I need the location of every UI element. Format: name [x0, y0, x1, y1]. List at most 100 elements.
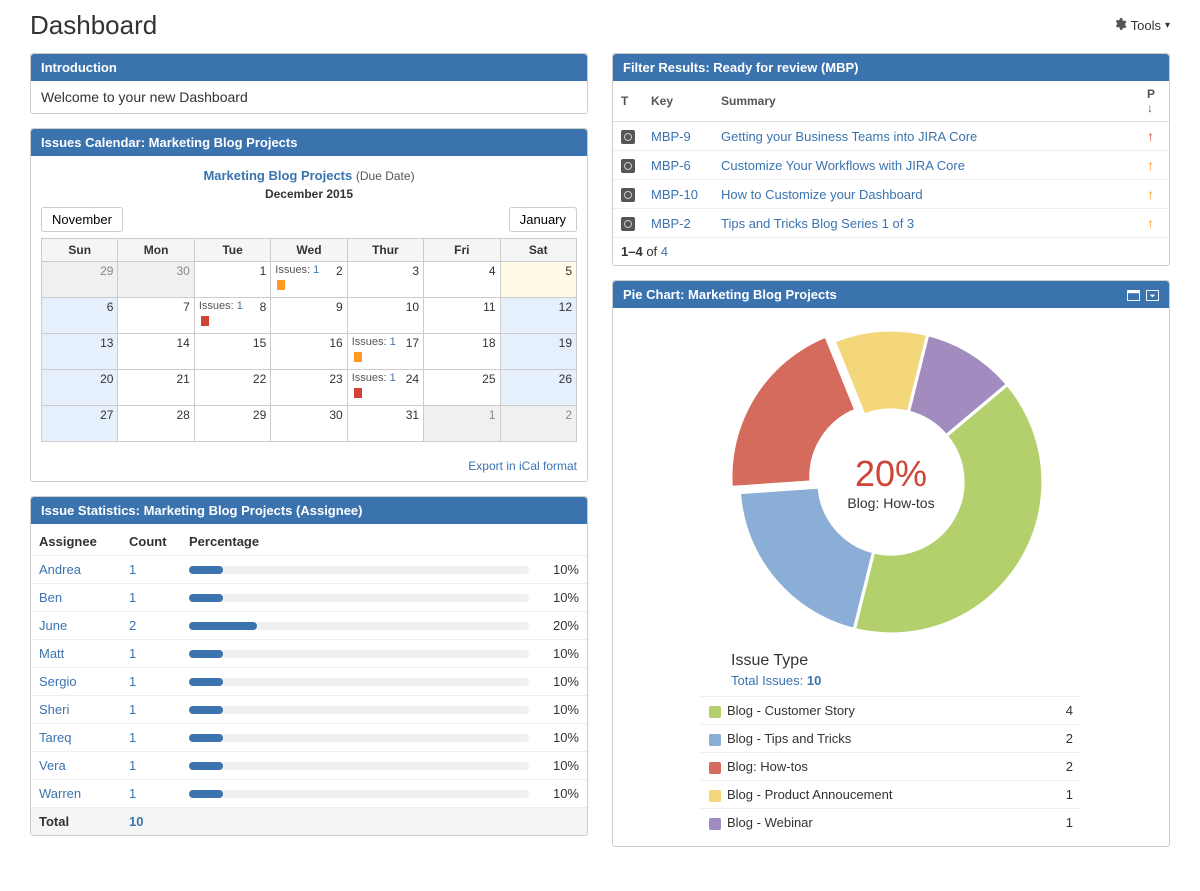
pie-total-link[interactable]: Total Issues: 10	[731, 673, 821, 688]
calendar-cell[interactable]: 6	[42, 298, 118, 334]
legend-row[interactable]: Blog - Product Annoucement1	[701, 781, 1081, 809]
calendar-cell[interactable]: 25	[424, 370, 500, 406]
filter-key-link[interactable]: MBP-9	[651, 129, 691, 144]
calendar-cell[interactable]: 15	[194, 334, 270, 370]
stats-count-link[interactable]: 1	[129, 702, 136, 717]
stats-assignee-link[interactable]: Andrea	[39, 562, 81, 577]
gadget-header-pie: Pie Chart: Marketing Blog Projects	[613, 281, 1169, 308]
calendar-cell[interactable]: 14	[118, 334, 194, 370]
calendar-cell[interactable]: 21	[118, 370, 194, 406]
stats-row: June220%	[31, 612, 587, 640]
sort-down-icon: ↓	[1147, 101, 1153, 115]
filter-summary-link[interactable]: How to Customize your Dashboard	[721, 187, 923, 202]
calendar-cell[interactable]: 23	[271, 370, 347, 406]
gadget-header-stats: Issue Statistics: Marketing Blog Project…	[31, 497, 587, 524]
stats-assignee-link[interactable]: Sheri	[39, 702, 69, 717]
calendar-cell[interactable]: 2	[500, 406, 576, 442]
calendar-cell[interactable]: 30	[118, 262, 194, 298]
filter-total-link[interactable]: 4	[661, 244, 668, 259]
filter-col-priority[interactable]: P ↓	[1139, 81, 1169, 122]
filter-summary-link[interactable]: Getting your Business Teams into JIRA Co…	[721, 129, 977, 144]
stats-assignee-link[interactable]: June	[39, 618, 67, 633]
stats-count-link[interactable]: 1	[129, 674, 136, 689]
calendar-cell[interactable]: 12	[500, 298, 576, 334]
stats-count-link[interactable]: 1	[129, 786, 136, 801]
calendar-issue-count-link[interactable]: 1	[313, 264, 319, 276]
calendar-export-link[interactable]: Export in iCal format	[468, 459, 577, 473]
calendar-cell[interactable]: 2Issues: 1	[271, 262, 347, 298]
filter-summary-link[interactable]: Tips and Tricks Blog Series 1 of 3	[721, 216, 914, 231]
calendar-issue-count-link[interactable]: 1	[237, 300, 243, 312]
calendar-cell[interactable]: 31	[347, 406, 423, 442]
maximize-icon[interactable]	[1127, 289, 1140, 300]
dropdown-icon[interactable]	[1146, 289, 1159, 300]
calendar-day-number: 25	[482, 372, 495, 386]
filter-key-link[interactable]: MBP-6	[651, 158, 691, 173]
priority-arrow-icon: ↑	[1147, 215, 1154, 231]
calendar-cell[interactable]: 8Issues: 1	[194, 298, 270, 334]
stats-count-link[interactable]: 1	[129, 590, 136, 605]
calendar-cell[interactable]: 4	[424, 262, 500, 298]
stats-total-count-link[interactable]: 10	[129, 814, 143, 829]
calendar-cell[interactable]: 18	[424, 334, 500, 370]
calendar-cell[interactable]: 22	[194, 370, 270, 406]
filter-summary-link[interactable]: Customize Your Workflows with JIRA Core	[721, 158, 965, 173]
stats-assignee-link[interactable]: Ben	[39, 590, 62, 605]
calendar-cell[interactable]: 17Issues: 1	[347, 334, 423, 370]
calendar-cell[interactable]: 20	[42, 370, 118, 406]
stats-count-link[interactable]: 1	[129, 758, 136, 773]
tools-menu[interactable]: Tools ▾	[1113, 17, 1170, 34]
stats-count-link[interactable]: 1	[129, 646, 136, 661]
calendar-cell[interactable]: 1	[424, 406, 500, 442]
calendar-issue-marker[interactable]	[354, 352, 362, 362]
legend-row[interactable]: Blog - Customer Story4	[701, 697, 1081, 725]
legend-row[interactable]: Blog - Tips and Tricks2	[701, 725, 1081, 753]
calendar-issue-count-link[interactable]: 1	[390, 336, 396, 348]
calendar-cell[interactable]: 3	[347, 262, 423, 298]
calendar-issue-marker[interactable]	[277, 280, 285, 290]
stats-row: Matt110%	[31, 640, 587, 668]
calendar-cell[interactable]: 10	[347, 298, 423, 334]
issue-type-icon	[621, 159, 635, 173]
stats-count-link[interactable]: 1	[129, 730, 136, 745]
stats-assignee-link[interactable]: Sergio	[39, 674, 77, 689]
calendar-next-button[interactable]: January	[509, 207, 577, 232]
calendar-cell[interactable]: 13	[42, 334, 118, 370]
calendar-cell[interactable]: 24Issues: 1	[347, 370, 423, 406]
filter-key-link[interactable]: MBP-2	[651, 216, 691, 231]
calendar-cell[interactable]: 29	[42, 262, 118, 298]
stats-count-link[interactable]: 1	[129, 562, 136, 577]
calendar-cell[interactable]: 16	[271, 334, 347, 370]
calendar-cell[interactable]: 19	[500, 334, 576, 370]
calendar-issue-marker[interactable]	[201, 316, 209, 326]
stats-count-link[interactable]: 2	[129, 618, 136, 633]
calendar-project-link[interactable]: Marketing Blog Projects	[203, 168, 352, 183]
stats-bar	[189, 762, 529, 770]
calendar-prev-button[interactable]: November	[41, 207, 123, 232]
filter-key-link[interactable]: MBP-10	[651, 187, 698, 202]
calendar-cell[interactable]: 5	[500, 262, 576, 298]
stats-bar	[189, 790, 529, 798]
stats-assignee-link[interactable]: Warren	[39, 786, 81, 801]
calendar-cell[interactable]: 1	[194, 262, 270, 298]
calendar-issue-count-link[interactable]: 1	[390, 372, 396, 384]
stats-row: Warren110%	[31, 780, 587, 808]
calendar-issue-marker[interactable]	[354, 388, 362, 398]
calendar-cell[interactable]: 11	[424, 298, 500, 334]
calendar-cell[interactable]: 29	[194, 406, 270, 442]
calendar-cell[interactable]: 30	[271, 406, 347, 442]
calendar-cell[interactable]: 26	[500, 370, 576, 406]
calendar-cell[interactable]: 27	[42, 406, 118, 442]
stats-assignee-link[interactable]: Matt	[39, 646, 64, 661]
calendar-cell[interactable]: 28	[118, 406, 194, 442]
calendar-day-number: 31	[406, 408, 419, 422]
filter-footer: 1–4 of 4	[613, 238, 1169, 265]
calendar-cell[interactable]: 7	[118, 298, 194, 334]
calendar-cell[interactable]: 9	[271, 298, 347, 334]
legend-row[interactable]: Blog: How-tos2	[701, 753, 1081, 781]
calendar-day-number: 23	[329, 372, 342, 386]
pie-chart[interactable]: 20% Blog: How-tos	[731, 322, 1051, 642]
stats-assignee-link[interactable]: Vera	[39, 758, 66, 773]
stats-assignee-link[interactable]: Tareq	[39, 730, 72, 745]
legend-row[interactable]: Blog - Webinar1	[701, 809, 1081, 837]
